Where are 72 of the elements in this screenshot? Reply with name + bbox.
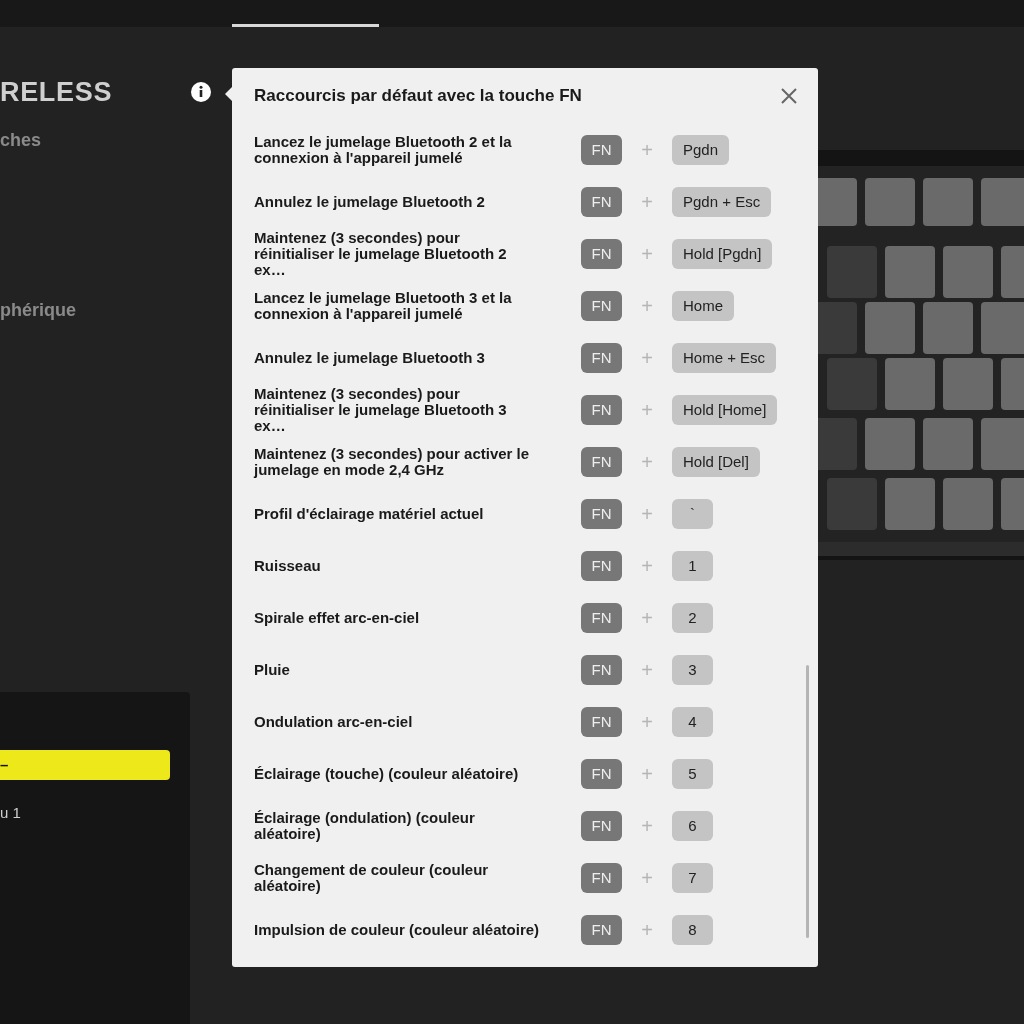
modifier-key: FN (581, 603, 622, 633)
shortcut-label: Changement de couleur (couleur aléatoire) (254, 862, 490, 894)
plus-sign: + (640, 762, 654, 787)
shortcut-label: Maintenez (3 secondes) pour réinitialiser le jumelage Bluetooth 2 ex… (254, 230, 508, 278)
shortcut-label: Impulsion de couleur (couleur aléatoire) (254, 922, 541, 938)
modifier-key: FN (581, 447, 622, 477)
plus-sign: + (640, 294, 654, 319)
device-name: RELESS (0, 75, 113, 109)
shortcut-label: Lancez le jumelage Bluetooth 2 et la connexion à l'appareil jumelé (254, 134, 513, 166)
info-icon[interactable] (190, 81, 212, 103)
modifier-key: FN (581, 343, 622, 373)
plus-sign: + (640, 398, 654, 423)
key-cap: Home + Esc (672, 343, 777, 373)
key-cap: ` (672, 499, 713, 529)
key-cap: 2 (672, 603, 713, 633)
panel-item[interactable]: u 1 (0, 798, 170, 828)
panel-item[interactable]: – (0, 750, 170, 780)
shortcut-label: Éclairage (touche) (couleur aléatoire) (254, 766, 520, 782)
key-cap: Home (672, 291, 734, 321)
plus-sign: + (640, 450, 654, 475)
shortcut-label: Spirale effet arc-en-ciel (254, 610, 421, 626)
modifier-key: FN (581, 551, 622, 581)
key-cap: Hold [Del] (672, 447, 760, 477)
modifier-key: FN (581, 759, 622, 789)
modifier-key: FN (581, 863, 622, 893)
key-cap: Hold [Pgdn] (672, 239, 773, 269)
modifier-key: FN (581, 707, 622, 737)
shortcut-label: Éclairage (ondulation) (couleur aléatoire) (254, 810, 476, 842)
key-cap: 4 (672, 707, 713, 737)
key-cap: 8 (672, 915, 713, 945)
shortcut-label: Maintenez (3 secondes) pour activer le jumelage en mode 2,4 GHz (254, 446, 531, 478)
plus-sign: + (640, 658, 654, 683)
plus-sign: + (640, 606, 654, 631)
shortcut-label: Ondulation arc-en-ciel (254, 714, 414, 730)
modifier-key: FN (581, 811, 622, 841)
key-cap: 1 (672, 551, 713, 581)
plus-sign: + (640, 866, 654, 891)
plus-sign: + (640, 502, 654, 527)
shortcut-label: Maintenez (3 secondes) pour réinitialiser le jumelage Bluetooth 3 ex… (254, 386, 508, 434)
modifier-key: FN (581, 499, 622, 529)
modifier-key: FN (581, 187, 622, 217)
modifier-key: FN (581, 655, 622, 685)
shortcut-label: Profil d'éclairage matériel actuel (254, 506, 485, 522)
shortcut-label: Annulez le jumelage Bluetooth 2 (254, 194, 486, 210)
plus-sign: + (640, 814, 654, 839)
plus-sign: + (640, 190, 654, 215)
shortcut-label: Ruisseau (254, 558, 322, 574)
key-cap: Hold [Home] (672, 395, 778, 425)
modifier-key: FN (581, 239, 622, 269)
menu-item[interactable]: phérique (0, 297, 232, 324)
key-cap: 7 (672, 863, 713, 893)
dialog-title: Raccourcis par défaut avec la touche FN (254, 85, 582, 108)
shortcut-label: Annulez le jumelage Bluetooth 3 (254, 350, 486, 366)
shortcut-label: Lancez le jumelage Bluetooth 3 et la connexion à l'appareil jumelé (254, 290, 513, 322)
plus-sign: + (640, 710, 654, 735)
plus-sign: + (640, 346, 654, 371)
key-cap: 3 (672, 655, 713, 685)
key-cap: Pgdn (672, 135, 730, 165)
shortcut-label: Pluie (254, 662, 291, 678)
modifier-key: FN (581, 395, 622, 425)
menu-item[interactable]: ches (0, 127, 232, 154)
modifier-key: FN (581, 135, 622, 165)
key-cap: 6 (672, 811, 713, 841)
plus-sign: + (640, 138, 654, 163)
modifier-key: FN (581, 291, 622, 321)
modifier-key: FN (581, 915, 622, 945)
key-cap: 5 (672, 759, 713, 789)
plus-sign: + (640, 918, 654, 943)
plus-sign: + (640, 242, 654, 267)
plus-sign: + (640, 554, 654, 579)
close-icon[interactable] (780, 87, 798, 105)
key-cap: Pgdn + Esc (672, 187, 772, 217)
